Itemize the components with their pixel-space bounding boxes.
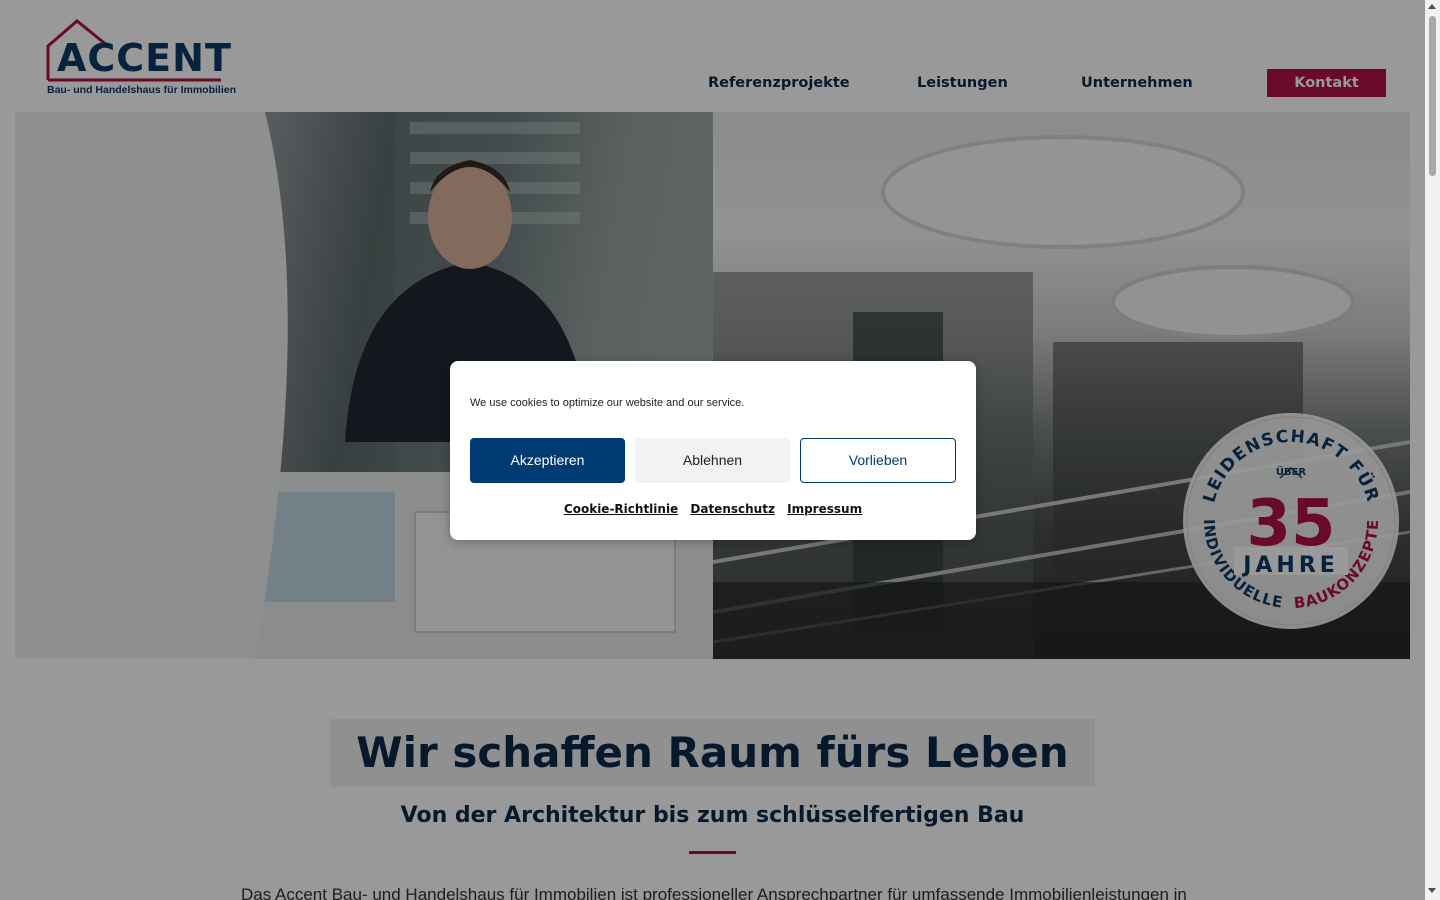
scroll-up-arrow-icon[interactable]	[1428, 4, 1436, 9]
vertical-scrollbar[interactable]	[1425, 0, 1440, 900]
cookie-preferences-button[interactable]: Vorlieben	[800, 438, 956, 483]
scrollbar-thumb[interactable]	[1429, 16, 1436, 176]
deny-cookies-button[interactable]: Ablehnen	[635, 438, 790, 483]
cookie-policy-links: Cookie-Richtlinie Datenschutz Impressum	[450, 502, 976, 516]
cookie-policy-link[interactable]: Cookie-Richtlinie	[564, 502, 678, 516]
cookie-message: We use cookies to optimize our website a…	[470, 397, 745, 409]
browser-viewport: ACCENT Bau- und Handelshaus für Immobili…	[0, 0, 1425, 900]
imprint-link[interactable]: Impressum	[787, 502, 862, 516]
scroll-down-arrow-icon[interactable]	[1428, 888, 1436, 893]
cookie-consent-dialog: We use cookies to optimize our website a…	[450, 361, 976, 540]
accept-cookies-button[interactable]: Akzeptieren	[470, 438, 625, 483]
privacy-link[interactable]: Datenschutz	[690, 502, 775, 516]
